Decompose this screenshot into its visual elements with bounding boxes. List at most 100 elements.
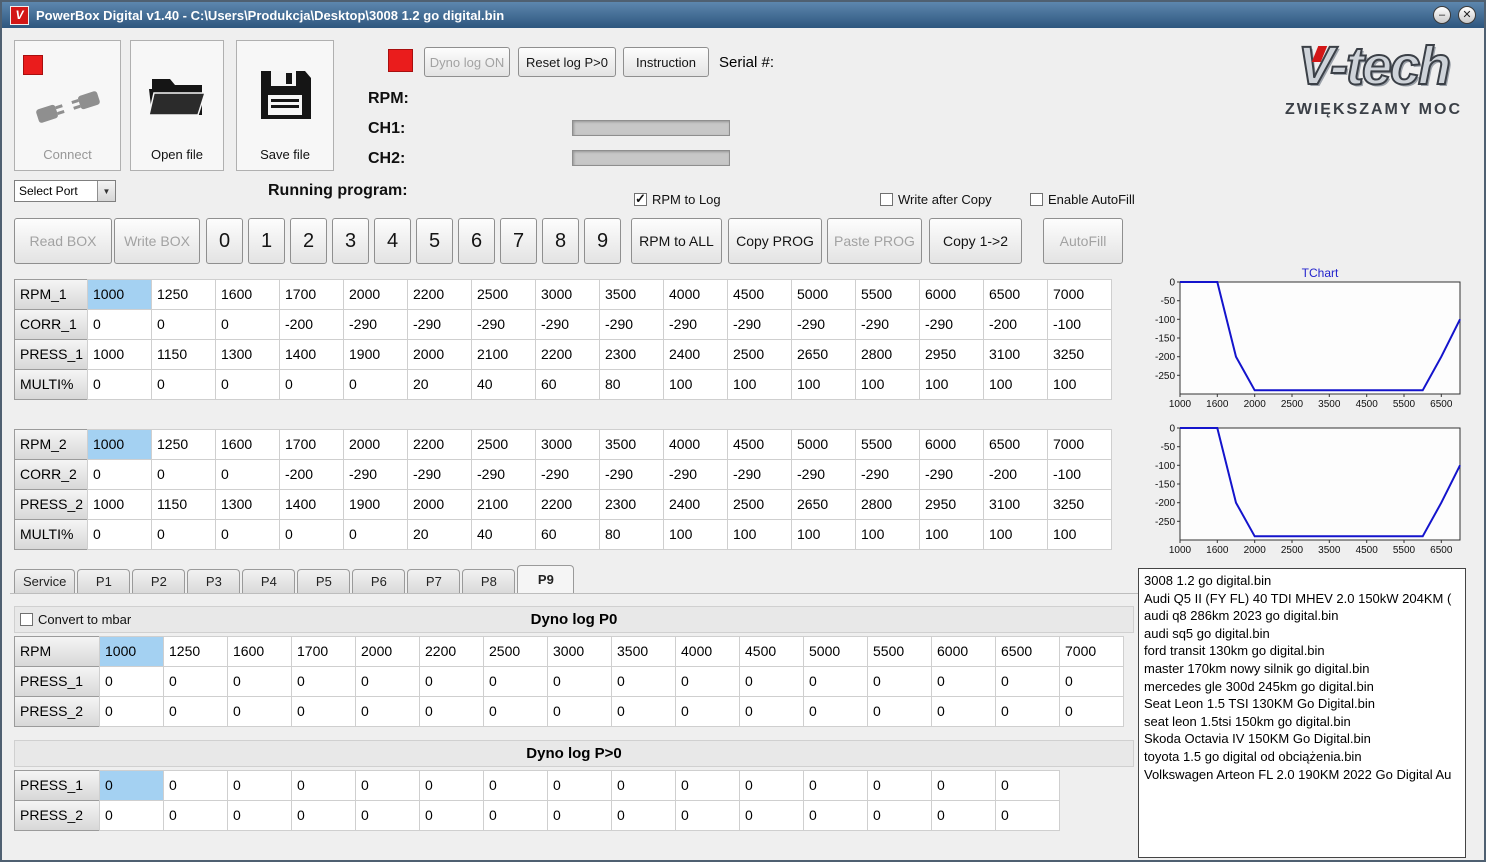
grid-cell[interactable]: -290 [471,459,536,490]
grid-cell[interactable]: -200 [983,459,1048,490]
grid-cell[interactable]: 100 [983,369,1048,400]
grid-cell[interactable]: 5000 [791,279,856,310]
grid-cell[interactable]: 0 [483,666,548,697]
grid-cell[interactable]: 80 [599,369,664,400]
grid-cell[interactable]: 0 [355,770,420,801]
grid-cell[interactable]: 0 [291,666,356,697]
file-list-item[interactable]: mercedes gle 300d 245km go digital.bin [1144,678,1460,696]
connect-button[interactable]: Connect [14,40,121,171]
grid-cell[interactable]: 4500 [739,636,804,667]
tab-p8[interactable]: P8 [462,569,516,593]
grid-cell[interactable]: 0 [995,696,1060,727]
grid-cell[interactable]: 0 [227,770,292,801]
grid-cell[interactable]: 3500 [611,636,676,667]
grid-cell[interactable]: -290 [791,459,856,490]
grid-cell[interactable]: 0 [675,666,740,697]
grid-cell[interactable]: 2650 [791,489,856,520]
grid-cell[interactable]: 1300 [215,489,280,520]
grid-cell[interactable]: -290 [471,309,536,340]
tab-p9[interactable]: P9 [517,565,575,593]
grid-cell[interactable]: 2000 [343,429,408,460]
digit-button-0[interactable]: 0 [206,218,243,264]
grid-cell[interactable]: 20 [407,519,472,550]
grid-cell[interactable]: 0 [803,696,868,727]
grid-cell[interactable]: 2400 [663,489,728,520]
grid-cell[interactable]: 100 [1047,519,1112,550]
grid-cell[interactable]: 100 [983,519,1048,550]
file-list-item[interactable]: toyota 1.5 go digital od obciążenia.bin [1144,748,1460,766]
file-list[interactable]: 3008 1.2 go digital.bin Audi Q5 II (FY FL… [1138,568,1466,858]
grid-cell[interactable]: 0 [215,369,280,400]
grid-cell[interactable]: 80 [599,519,664,550]
rpm-to-all-button[interactable]: RPM to ALL [631,218,722,264]
grid-cell[interactable]: 2000 [355,636,420,667]
digit-button-9[interactable]: 9 [584,218,621,264]
convert-to-mbar-checkbox[interactable]: Convert to mbar [20,612,131,627]
read-box-button[interactable]: Read BOX [14,218,112,264]
grid-cell[interactable]: 2000 [407,489,472,520]
grid-cell[interactable]: 2200 [535,489,600,520]
grid-cell[interactable]: 100 [855,519,920,550]
grid-cell[interactable]: 1700 [291,636,356,667]
grid-cell[interactable]: -290 [855,459,920,490]
grid-cell[interactable]: 2800 [855,489,920,520]
grid-cell[interactable]: 100 [919,369,984,400]
grid-cell[interactable]: 1900 [343,339,408,370]
grid-cell[interactable]: 2500 [483,636,548,667]
grid-cell[interactable]: 0 [419,800,484,831]
grid-cell[interactable]: 0 [739,696,804,727]
grid-cell[interactable]: 0 [803,770,868,801]
grid-cell[interactable]: 1000 [87,279,152,310]
grid-cell[interactable]: 6500 [995,636,1060,667]
grid-cell[interactable]: 0 [215,459,280,490]
dyno-log-on-button[interactable]: Dyno log ON [424,47,510,77]
grid-cell[interactable]: -290 [919,459,984,490]
grid-cell[interactable]: 3100 [983,489,1048,520]
grid-cell[interactable]: 0 [867,800,932,831]
tab-p1[interactable]: P1 [77,569,131,593]
grid-cell[interactable]: 0 [99,666,164,697]
grid-cell[interactable]: 0 [995,770,1060,801]
grid-cell[interactable]: 2950 [919,489,984,520]
grid-cell[interactable]: 5500 [867,636,932,667]
grid-cell[interactable]: 0 [87,519,152,550]
grid-cell[interactable]: 3000 [547,636,612,667]
grid-cell[interactable]: 0 [419,770,484,801]
grid-cell[interactable]: -290 [727,459,792,490]
grid-cell[interactable]: 0 [931,696,996,727]
grid-cell[interactable]: 2200 [407,429,472,460]
grid-cell[interactable]: 0 [279,369,344,400]
grid-cell[interactable]: 0 [1059,696,1124,727]
grid-cell[interactable]: 4500 [727,279,792,310]
grid-cell[interactable]: 0 [87,459,152,490]
grid-cell[interactable]: -200 [279,459,344,490]
tab-p6[interactable]: P6 [352,569,406,593]
enable-autofill-checkbox[interactable]: Enable AutoFill [1030,192,1135,207]
grid-cell[interactable]: 1900 [343,489,408,520]
grid-cell[interactable]: 0 [163,800,228,831]
grid-cell[interactable]: -290 [343,309,408,340]
grid-cell[interactable]: 0 [419,666,484,697]
grid-cell[interactable]: 2500 [471,279,536,310]
grid-cell[interactable]: 2200 [407,279,472,310]
grid-cell[interactable]: 2200 [419,636,484,667]
grid-cell[interactable]: 60 [535,369,600,400]
grid-cell[interactable]: 3500 [599,279,664,310]
digit-button-7[interactable]: 7 [500,218,537,264]
grid-cell[interactable]: 0 [355,666,420,697]
grid-cell[interactable]: 2200 [535,339,600,370]
grid-cell[interactable]: -290 [919,309,984,340]
grid-cell[interactable]: 0 [803,800,868,831]
grid-cell[interactable]: 0 [163,770,228,801]
grid-cell[interactable]: 0 [227,696,292,727]
grid-cell[interactable]: 1000 [87,489,152,520]
grid-cell[interactable]: 6500 [983,279,1048,310]
grid-cell[interactable]: 100 [791,519,856,550]
grid-cell[interactable]: 40 [471,369,536,400]
digit-button-3[interactable]: 3 [332,218,369,264]
grid-cell[interactable]: 0 [151,369,216,400]
grid-cell[interactable]: -100 [1047,309,1112,340]
grid-cell[interactable]: -290 [663,459,728,490]
grid-cell[interactable]: 20 [407,369,472,400]
grid-cell[interactable]: 0 [163,666,228,697]
